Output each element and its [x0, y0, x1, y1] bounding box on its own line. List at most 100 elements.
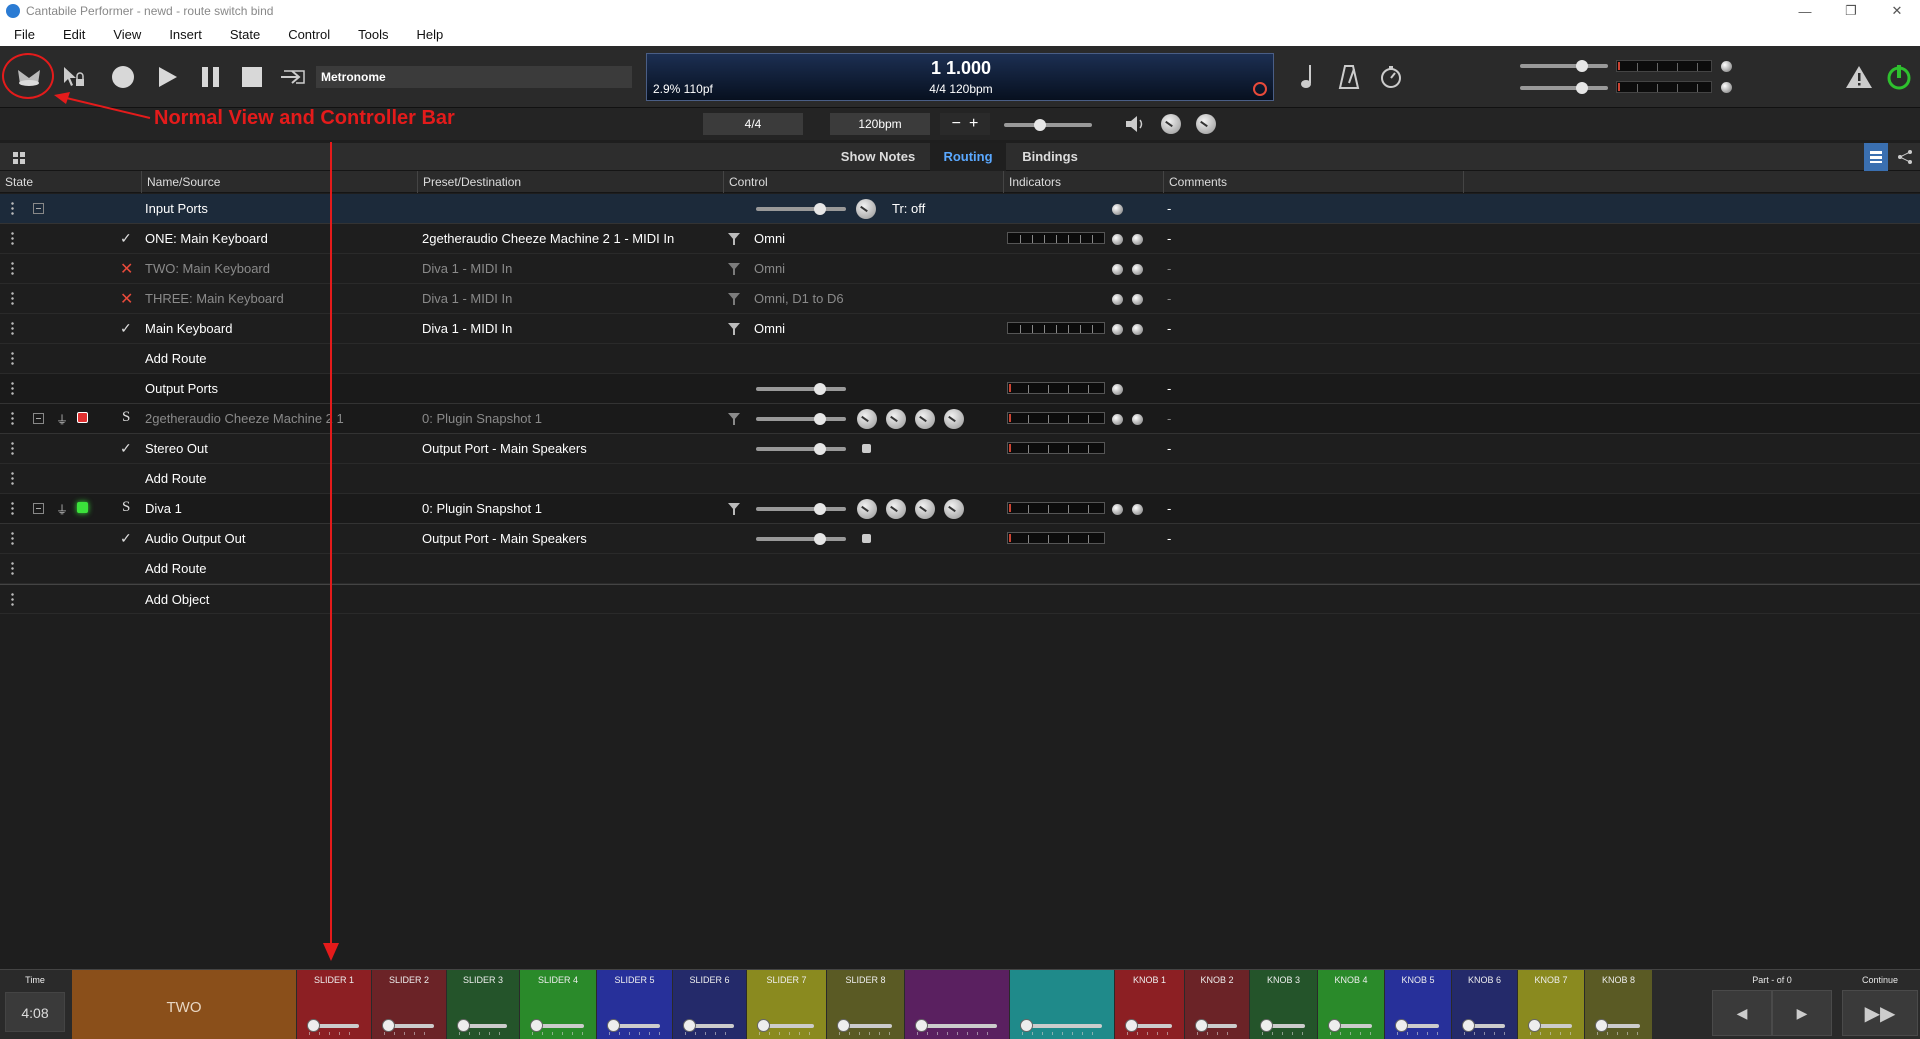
drag-handle-icon[interactable]: [11, 231, 14, 245]
add-object-button[interactable]: Add Object: [145, 592, 209, 607]
row-gain-slider[interactable]: [756, 413, 846, 425]
row-destination[interactable]: Output Port - Main Speakers: [422, 441, 587, 456]
continue-button[interactable]: ▶▶: [1842, 990, 1918, 1036]
controller-slider-handle[interactable]: [757, 1019, 770, 1032]
row-gain-slider[interactable]: [756, 203, 846, 215]
menu-control[interactable]: Control: [274, 27, 344, 42]
state-icon[interactable]: S: [122, 499, 130, 516]
note-icon[interactable]: [1293, 62, 1323, 92]
controller-cell-10[interactable]: [1010, 970, 1114, 1039]
row-destination[interactable]: Diva 1 - MIDI In: [422, 261, 512, 276]
tap-tempo-icon[interactable]: [1376, 62, 1406, 92]
row-knob[interactable]: [944, 409, 964, 429]
row-pan-knob[interactable]: [856, 199, 876, 219]
controller-cell-11[interactable]: KNOB 1: [1115, 970, 1184, 1039]
filter-icon[interactable]: [728, 323, 740, 335]
warning-icon[interactable]: [1844, 62, 1874, 92]
controller-slider-handle[interactable]: [1020, 1019, 1033, 1032]
table-row-add-object[interactable]: Add Object: [0, 584, 1920, 614]
tempo-plus-button[interactable]: +: [969, 115, 978, 132]
controller-cell-3[interactable]: SLIDER 3: [447, 970, 519, 1039]
table-row-add-route[interactable]: Add Route: [0, 554, 1920, 584]
controller-slider-handle[interactable]: [915, 1019, 928, 1032]
row-knob[interactable]: [915, 409, 935, 429]
row-gain-slider[interactable]: [756, 503, 846, 515]
metronome-volume-knob[interactable]: [1161, 114, 1181, 134]
stop-icon[interactable]: [237, 62, 267, 92]
controller-slider[interactable]: [1260, 1019, 1305, 1032]
controller-slider[interactable]: [1528, 1019, 1572, 1032]
row-preset[interactable]: 0: Plugin Snapshot 1: [422, 501, 542, 516]
row-destination[interactable]: Diva 1 - MIDI In: [422, 321, 512, 336]
table-row-plugin[interactable]: ⏚ S Diva 1 0: Plugin Snapshot 1 -: [0, 494, 1920, 524]
tempo-minus-button[interactable]: −: [952, 115, 961, 132]
controller-slider-handle[interactable]: [457, 1019, 470, 1032]
row-knob[interactable]: [857, 409, 877, 429]
table-row-route[interactable]: ✕ TWO: Main Keyboard Diva 1 - MIDI In Om…: [0, 254, 1920, 284]
filter-icon[interactable]: [728, 413, 740, 425]
row-destination[interactable]: Output Port - Main Speakers: [422, 531, 587, 546]
controller-slider[interactable]: [1462, 1019, 1505, 1032]
table-row-route[interactable]: ✓ Main Keyboard Diva 1 - MIDI In Omni -: [0, 314, 1920, 344]
table-row-add-route[interactable]: Add Route: [0, 344, 1920, 374]
controller-slider-handle[interactable]: [382, 1019, 395, 1032]
enabled-check-icon[interactable]: ✓: [120, 230, 132, 247]
filter-icon[interactable]: [728, 293, 740, 305]
drag-handle-icon[interactable]: [11, 411, 14, 425]
row-destination[interactable]: Diva 1 - MIDI In: [422, 291, 512, 306]
layout-grid-icon[interactable]: [4, 143, 34, 173]
add-route-button[interactable]: Add Route: [145, 561, 206, 576]
controller-slider[interactable]: [757, 1019, 814, 1032]
drag-handle-icon[interactable]: [11, 261, 14, 275]
tab-show-notes[interactable]: Show Notes: [830, 143, 926, 171]
controller-cell-7[interactable]: SLIDER 7: [747, 970, 826, 1039]
collapse-icon[interactable]: [33, 413, 44, 424]
table-row-plugin[interactable]: ⏚ S 2getheraudio Cheeze Machine 2 1 0: P…: [0, 404, 1920, 434]
pin-icon[interactable]: ⏚: [56, 501, 68, 518]
controller-slider[interactable]: [1595, 1019, 1640, 1032]
disabled-x-icon[interactable]: ✕: [120, 259, 133, 279]
controller-slider-handle[interactable]: [1595, 1019, 1608, 1032]
controller-slider-handle[interactable]: [307, 1019, 320, 1032]
controller-cell-9[interactable]: [905, 970, 1009, 1039]
graph-view-icon[interactable]: [1892, 143, 1918, 171]
drag-handle-icon[interactable]: [11, 201, 14, 215]
controller-slider[interactable]: [1395, 1019, 1439, 1032]
controller-slider[interactable]: [1125, 1019, 1172, 1032]
controller-slider[interactable]: [683, 1019, 734, 1032]
controller-slider-handle[interactable]: [1528, 1019, 1541, 1032]
tempo-field[interactable]: 120bpm: [830, 113, 930, 135]
controller-slider-handle[interactable]: [1462, 1019, 1475, 1032]
enabled-check-icon[interactable]: ✓: [120, 440, 132, 457]
list-view-icon[interactable]: [1864, 143, 1888, 171]
controller-slider[interactable]: [1020, 1019, 1102, 1032]
menu-state[interactable]: State: [216, 27, 274, 42]
col-name-source[interactable]: Name/Source: [147, 175, 220, 189]
loop-icon[interactable]: [278, 62, 308, 92]
row-knob[interactable]: [915, 499, 935, 519]
col-comments[interactable]: Comments: [1169, 175, 1227, 189]
mute-icon[interactable]: [862, 534, 871, 543]
transport-display[interactable]: 1 1.000 4/4 120bpm 2.9% 110pf: [646, 53, 1274, 101]
row-preset[interactable]: 0: Plugin Snapshot 1: [422, 411, 542, 426]
row-knob[interactable]: [886, 409, 906, 429]
state-icon[interactable]: S: [122, 409, 130, 426]
row-knob[interactable]: [857, 499, 877, 519]
controller-cell-18[interactable]: KNOB 8: [1585, 970, 1652, 1039]
drag-handle-icon[interactable]: [11, 381, 14, 395]
controller-cell-1[interactable]: SLIDER 1: [297, 970, 371, 1039]
controller-slider[interactable]: [1195, 1019, 1237, 1032]
controller-slider[interactable]: [837, 1019, 892, 1032]
col-state[interactable]: State: [5, 175, 33, 189]
disabled-x-icon[interactable]: ✕: [120, 289, 133, 309]
controller-cell-17[interactable]: KNOB 7: [1518, 970, 1584, 1039]
speaker-icon[interactable]: [1120, 109, 1150, 139]
close-button[interactable]: ✕: [1874, 0, 1920, 22]
col-control[interactable]: Control: [729, 175, 768, 189]
row-gain-slider[interactable]: [756, 533, 846, 545]
drag-handle-icon[interactable]: [11, 561, 14, 575]
pin-icon[interactable]: ⏚: [56, 411, 68, 428]
controller-slider[interactable]: [607, 1019, 660, 1032]
row-knob[interactable]: [886, 499, 906, 519]
menu-tools[interactable]: Tools: [344, 27, 402, 42]
